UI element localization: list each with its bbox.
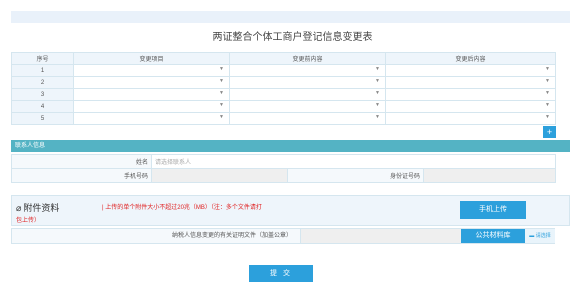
caret-down-icon: ▼	[219, 90, 224, 96]
contact-table: 姓名 请选择联系人 手机号码 身份证号码	[11, 154, 557, 183]
header-before: 变更前内容	[229, 52, 386, 65]
choose-file-label: 请选择	[535, 233, 551, 239]
caret-down-icon: ▼	[375, 114, 380, 120]
change-item-select[interactable]: ▼	[73, 64, 230, 77]
phone-field	[151, 168, 288, 183]
after-content-select[interactable]: ▼	[385, 112, 556, 125]
after-content-select[interactable]: ▼	[385, 88, 556, 101]
contact-phone-row: 手机号码 身份证号码	[11, 168, 557, 183]
after-content-select[interactable]: ▼	[385, 64, 556, 77]
file-row: 纳税人信息变更的有关证明文件（加盖公章） 公共材料库 ▬ 请选择	[11, 228, 555, 244]
paperclip-icon: ⌀	[16, 203, 22, 213]
caret-down-icon: ▼	[545, 78, 550, 84]
before-content-select[interactable]: ▼	[229, 64, 386, 77]
contact-name-input[interactable]: 请选择联系人	[150, 154, 557, 169]
caret-down-icon: ▼	[375, 78, 380, 84]
before-content-select[interactable]: ▼	[229, 100, 386, 113]
top-banner	[11, 11, 570, 23]
caret-down-icon: ▼	[545, 114, 550, 120]
file-input	[300, 229, 461, 243]
change-item-select[interactable]: ▼	[73, 76, 230, 89]
row-number: 1	[11, 64, 74, 77]
table-row: 4 ▼ ▼ ▼	[11, 100, 556, 113]
public-library-button[interactable]: 公共材料库	[461, 229, 525, 243]
row-number: 3	[11, 88, 74, 101]
after-content-select[interactable]: ▼	[385, 100, 556, 113]
header-index: 序号	[11, 52, 74, 65]
caret-down-icon: ▼	[545, 90, 550, 96]
row-number: 2	[11, 76, 74, 89]
caret-down-icon: ▼	[375, 66, 380, 72]
change-item-select[interactable]: ▼	[73, 112, 230, 125]
before-content-select[interactable]: ▼	[229, 76, 386, 89]
table-row: 1 ▼ ▼ ▼	[11, 64, 556, 77]
phone-label: 手机号码	[11, 168, 152, 183]
caret-down-icon: ▼	[219, 114, 224, 120]
before-content-select[interactable]: ▼	[229, 88, 386, 101]
after-content-select[interactable]: ▼	[385, 76, 556, 89]
id-number-field	[422, 168, 557, 183]
caret-down-icon: ▼	[219, 78, 224, 84]
caret-down-icon: ▼	[219, 102, 224, 108]
attachments-title: ⌀ 附件资料	[16, 201, 59, 214]
header-item: 变更项目	[73, 52, 230, 65]
caret-down-icon: ▼	[545, 66, 550, 72]
before-content-select[interactable]: ▼	[229, 112, 386, 125]
name-label: 姓名	[11, 154, 152, 169]
table-header-row: 序号 变更项目 变更前内容 变更后内容	[11, 52, 556, 65]
contact-name-placeholder: 请选择联系人	[155, 160, 192, 166]
page-title: 两证整合个体工商户登记信息变更表	[212, 32, 373, 43]
table-row: 3 ▼ ▼ ▼	[11, 88, 556, 101]
change-table: 序号 变更项目 变更前内容 变更后内容 1 ▼ ▼ ▼ 2 ▼ ▼ ▼ 3 ▼ …	[11, 52, 556, 125]
row-number: 5	[11, 112, 74, 125]
header-after: 变更后内容	[385, 52, 556, 65]
caret-down-icon: ▼	[375, 90, 380, 96]
contact-section-header: 联系人信息	[11, 140, 570, 152]
caret-down-icon: ▼	[219, 66, 224, 72]
attachments-note: | 上传的单个附件大小不超过20兆（MB）（注：多个文件请打	[102, 205, 262, 211]
add-row-button[interactable]: +	[543, 126, 556, 138]
table-row: 5 ▼ ▼ ▼	[11, 112, 556, 125]
caret-down-icon: ▼	[545, 102, 550, 108]
attachments-note-cont: 包上传）	[16, 218, 41, 224]
submit-button[interactable]: 提 交	[249, 265, 313, 282]
id-number-label: 身份证号码	[287, 168, 424, 183]
change-item-select[interactable]: ▼	[73, 88, 230, 101]
table-row: 2 ▼ ▼ ▼	[11, 76, 556, 89]
caret-down-icon: ▼	[375, 102, 380, 108]
contact-name-row: 姓名 请选择联系人	[11, 154, 557, 169]
mobile-upload-button[interactable]: 手机上传	[460, 201, 526, 219]
choose-file-button[interactable]: ▬ 请选择	[525, 229, 555, 243]
change-item-select[interactable]: ▼	[73, 100, 230, 113]
file-label: 纳税人信息变更的有关证明文件（加盖公章）	[171, 233, 292, 239]
attachments-title-text: 附件资料	[23, 203, 60, 213]
row-number: 4	[11, 100, 74, 113]
